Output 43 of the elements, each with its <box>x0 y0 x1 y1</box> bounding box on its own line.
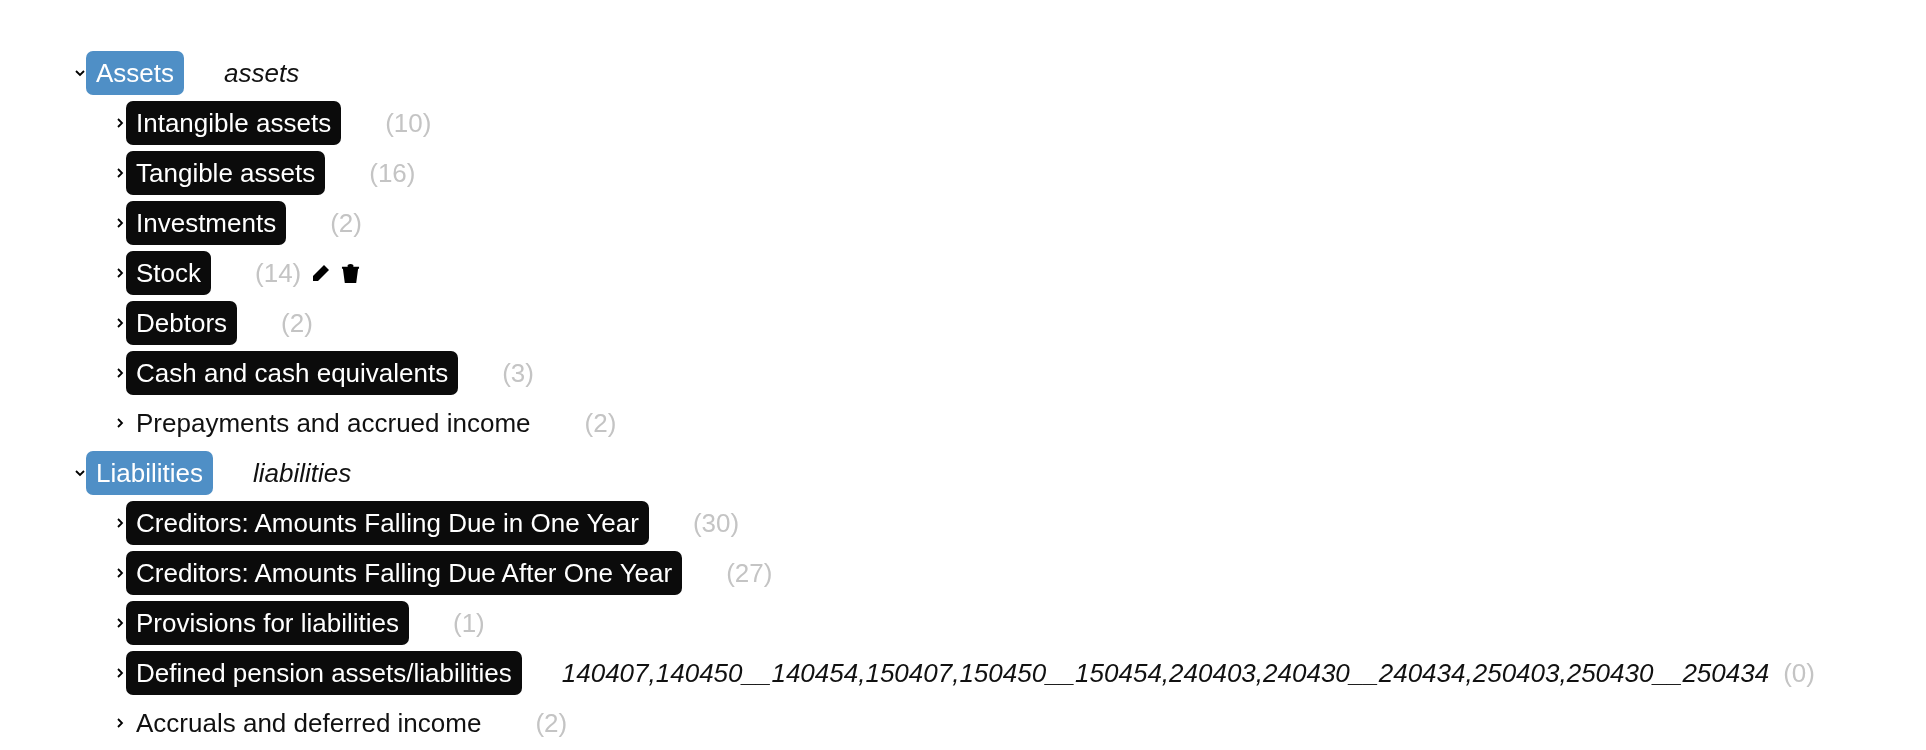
item-count: (2) <box>584 407 617 439</box>
category-label[interactable]: Creditors: Amounts Falling Due After One Year <box>126 551 683 595</box>
item-count: (2) <box>535 707 568 739</box>
category-label[interactable]: Investments <box>126 201 287 245</box>
item-count: (10) <box>385 107 432 139</box>
chevron-right-icon[interactable] <box>114 617 126 629</box>
category-label[interactable]: Prepayments and accrued income <box>126 401 541 445</box>
category-label[interactable]: Stock <box>126 251 212 295</box>
category-code: assets <box>224 57 300 89</box>
chevron-right-icon[interactable] <box>114 567 126 579</box>
category-label[interactable]: Tangible assets <box>126 151 326 195</box>
chevron-down-icon[interactable] <box>74 467 86 479</box>
category-code: liabilities <box>252 457 352 489</box>
category-label[interactable]: Cash and cash equivalents <box>126 351 459 395</box>
item-count: (3) <box>502 357 534 389</box>
item-count: (0) <box>1783 657 1815 689</box>
chevron-right-icon[interactable] <box>114 667 126 679</box>
category-label[interactable]: Intangible assets <box>126 101 342 145</box>
chevron-right-icon[interactable] <box>114 217 126 229</box>
item-count: (1) <box>453 607 485 639</box>
item-count: (27) <box>726 557 773 589</box>
category-code: 140407,140450__140454,150407,150450__150454,240403,240430__240434,250403,250430__250434 <box>561 657 1770 689</box>
item-count: (2) <box>281 307 313 339</box>
chevron-right-icon[interactable] <box>114 717 126 729</box>
category-label[interactable]: Provisions for liabilities <box>126 601 409 645</box>
chevron-right-icon[interactable] <box>114 167 126 179</box>
item-count: (16) <box>369 157 416 189</box>
chevron-right-icon[interactable] <box>114 517 126 529</box>
item-count: (14) <box>255 257 302 289</box>
chevron-right-icon[interactable] <box>114 117 126 129</box>
edit-icon[interactable] <box>311 263 332 283</box>
chevron-down-icon[interactable] <box>74 67 86 79</box>
chevron-right-icon[interactable] <box>114 317 126 329</box>
category-label[interactable]: Debtors <box>126 301 238 345</box>
chevron-right-icon[interactable] <box>114 367 126 379</box>
trash-icon[interactable] <box>341 262 361 284</box>
category-label[interactable]: Creditors: Amounts Falling Due in One Year <box>126 501 649 545</box>
chevron-right-icon[interactable] <box>114 417 126 429</box>
category-label[interactable]: Accruals and deferred income <box>126 701 492 745</box>
chevron-right-icon[interactable] <box>114 267 126 279</box>
item-count: (30) <box>692 507 740 539</box>
category-label[interactable]: Defined pension assets/liabilities <box>126 651 522 695</box>
item-count: (2) <box>330 207 362 239</box>
